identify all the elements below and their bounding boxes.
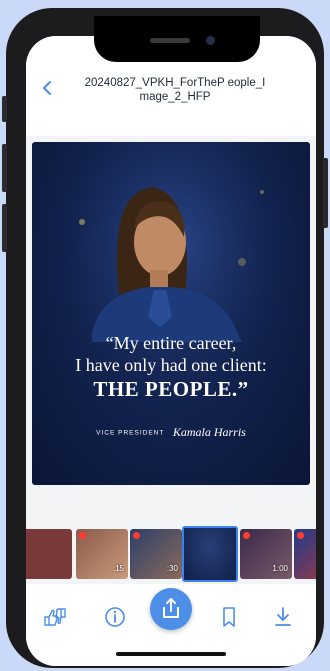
share-button[interactable] <box>150 588 192 630</box>
thumbnail-1[interactable]: :15 <box>76 529 128 579</box>
screen: 20240827_VPKH_ForTheP eople_Image_2_HFP <box>26 36 316 666</box>
mute-switch <box>2 96 7 122</box>
quote-line-3: THE PEOPLE.” <box>93 377 249 401</box>
power-button <box>323 158 328 228</box>
signature-role: VICE PRESIDENT <box>96 429 165 437</box>
thumbnail-5[interactable] <box>294 529 316 579</box>
thumbnail-3-selected[interactable] <box>182 526 238 582</box>
page-title: 20240827_VPKH_ForTheP eople_Image_2_HFP <box>84 77 266 103</box>
thumbnail-duration: :15 <box>112 564 124 573</box>
thumbnail-2[interactable]: :30 <box>130 529 182 579</box>
recording-dot <box>133 532 140 539</box>
bottom-toolbar <box>26 584 316 666</box>
recording-dot <box>79 532 86 539</box>
poster-image[interactable]: “My entire career, I have only had one c… <box>32 142 310 485</box>
thumbnail-0[interactable] <box>26 529 72 579</box>
thumbnail-4[interactable]: 1:00 <box>240 529 292 579</box>
poster-quote: “My entire career, I have only had one c… <box>32 332 310 402</box>
front-camera <box>206 36 215 45</box>
phone-frame: 20240827_VPKH_ForTheP eople_Image_2_HFP <box>2 8 328 668</box>
bookmark-icon[interactable] <box>216 604 242 630</box>
info-icon[interactable] <box>102 604 128 630</box>
chevron-left-icon[interactable] <box>38 78 58 98</box>
volume-up-button <box>2 144 7 192</box>
thumbs-up-down-icon[interactable] <box>42 604 68 630</box>
poster-signature: VICE PRESIDENT Kamala Harris <box>32 424 310 442</box>
volume-down-button <box>2 204 7 252</box>
thumbnail-strip[interactable]: :15 :30 1:00 <box>26 526 316 582</box>
notch <box>94 16 260 62</box>
quote-line-2: I have only had one client: <box>75 355 267 375</box>
quote-line-1: “My entire career, <box>105 333 237 353</box>
signature-name: Kamala Harris <box>172 425 246 440</box>
thumbnail-duration: 1:00 <box>272 564 288 573</box>
recording-dot <box>297 532 304 539</box>
speaker-grille <box>150 38 190 43</box>
share-icon <box>163 598 179 618</box>
home-indicator[interactable] <box>116 652 226 656</box>
recording-dot <box>243 532 250 539</box>
download-icon[interactable] <box>270 604 296 630</box>
thumbnail-duration: :30 <box>166 564 178 573</box>
